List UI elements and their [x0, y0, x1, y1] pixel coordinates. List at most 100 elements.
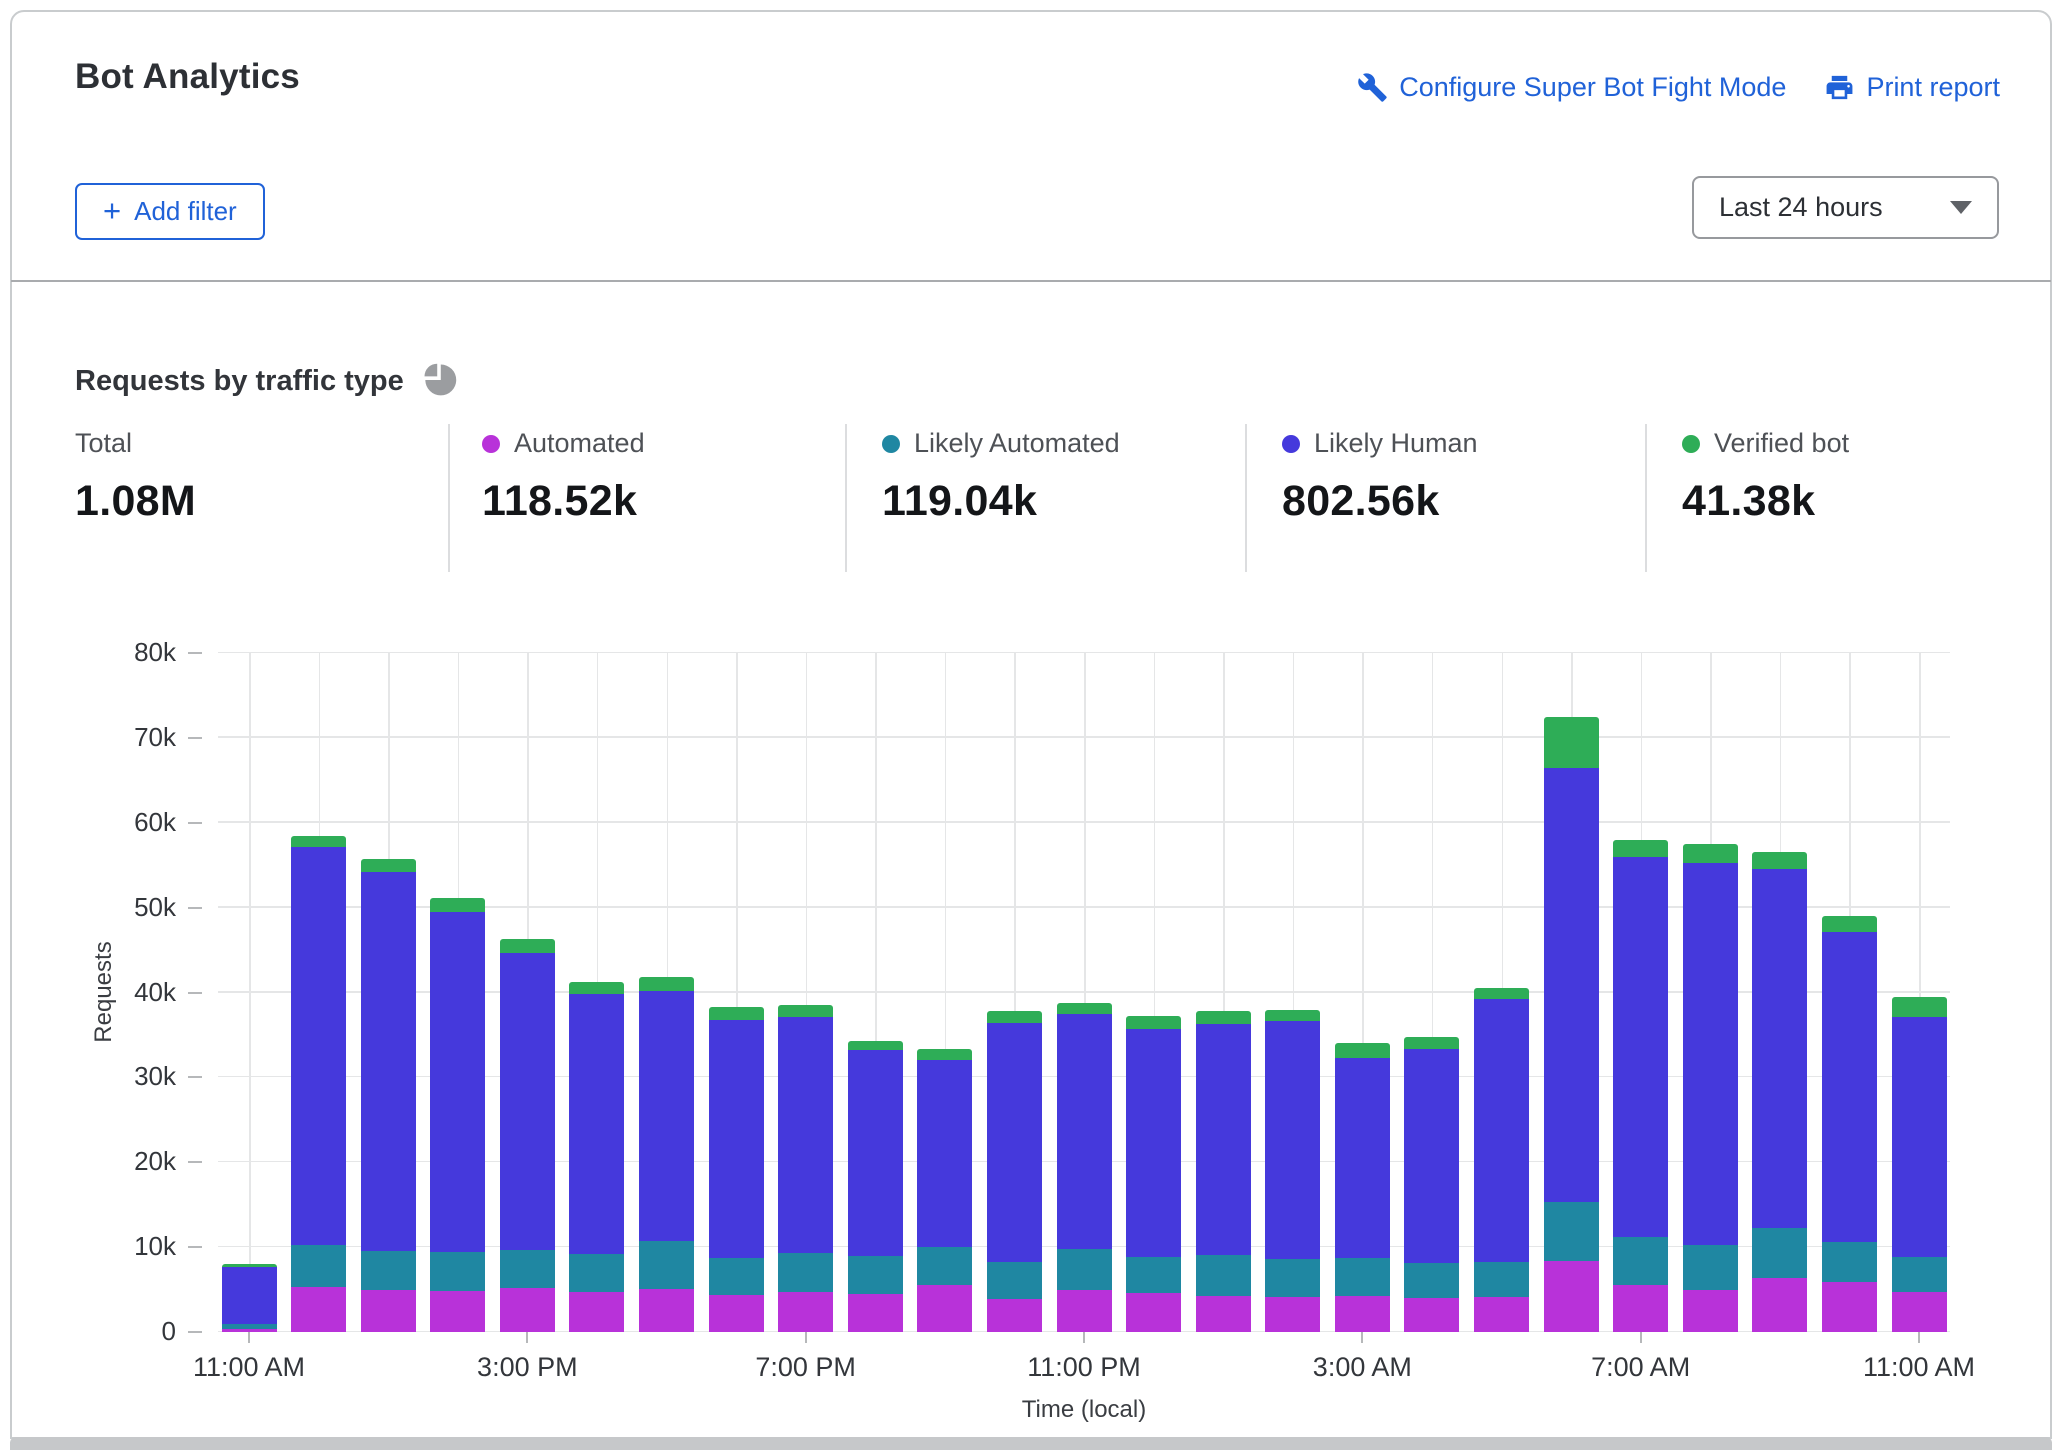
x-tick-label: 11:00 AM — [193, 1352, 305, 1383]
bar-6-00-am — [1544, 717, 1599, 1332]
segment-likely-automated — [778, 1253, 833, 1292]
horizontal-gridline — [218, 736, 1950, 738]
stat-likely-automated[interactable]: Likely Automated 119.04k — [882, 428, 1120, 526]
segment-automated — [430, 1291, 485, 1332]
segment-automated — [848, 1294, 903, 1332]
segment-likely-automated — [848, 1256, 903, 1293]
segment-verified-bot — [917, 1049, 972, 1059]
segment-likely-automated — [1683, 1245, 1738, 1291]
segment-likely-automated — [1265, 1259, 1320, 1297]
segment-likely-automated — [569, 1254, 624, 1292]
x-tick-label: 7:00 PM — [755, 1352, 856, 1383]
segment-verified-bot — [1196, 1011, 1251, 1024]
segment-likely-automated — [1335, 1258, 1390, 1295]
segment-likely-human — [1057, 1014, 1112, 1249]
segment-verified-bot — [848, 1041, 903, 1050]
segment-likely-automated — [987, 1262, 1042, 1298]
bar-4-00-pm — [569, 982, 624, 1333]
stat-automated[interactable]: Automated 118.52k — [482, 428, 645, 526]
stat-likely-automated-label: Likely Automated — [914, 428, 1120, 459]
segment-verified-bot — [987, 1011, 1042, 1023]
segment-likely-human — [917, 1060, 972, 1248]
x-tick-label: 3:00 PM — [477, 1352, 578, 1383]
time-range-select[interactable]: Last 24 hours — [1692, 176, 1999, 239]
segment-likely-automated — [709, 1258, 764, 1294]
stat-total-value: 1.08M — [75, 477, 196, 526]
segment-automated — [987, 1299, 1042, 1332]
segment-verified-bot — [569, 982, 624, 995]
x-tick-label: 11:00 AM — [1863, 1352, 1975, 1383]
bar-9-00-am — [1752, 852, 1807, 1332]
segment-verified-bot — [1404, 1037, 1459, 1049]
segment-likely-automated — [639, 1241, 694, 1289]
bar-1-00-pm — [361, 859, 416, 1332]
add-filter-button[interactable]: + Add filter — [75, 183, 265, 240]
bar-4-00-am — [1404, 1037, 1459, 1332]
segment-likely-human — [1335, 1058, 1390, 1258]
segment-verified-bot — [1474, 988, 1529, 999]
configure-link-label: Configure Super Bot Fight Mode — [1399, 72, 1786, 103]
bar-9-00-pm — [917, 1049, 972, 1332]
print-report-link[interactable]: Print report — [1824, 72, 2000, 103]
segment-likely-human — [291, 847, 346, 1245]
x-tick-label: 11:00 PM — [1027, 1352, 1141, 1383]
segment-likely-human — [1752, 869, 1807, 1228]
segment-verified-bot — [1892, 997, 1947, 1017]
x-tick-mark — [526, 1332, 528, 1343]
segment-automated — [291, 1287, 346, 1332]
x-tick-mark — [1361, 1332, 1363, 1343]
stat-likely-human-value: 802.56k — [1282, 477, 1478, 526]
bar-5-00-pm — [639, 977, 694, 1332]
segment-verified-bot — [1752, 852, 1807, 868]
segment-automated — [709, 1295, 764, 1332]
segment-likely-human — [1196, 1024, 1251, 1255]
segment-likely-automated — [1822, 1242, 1877, 1282]
header-actions: Configure Super Bot Fight Mode Print rep… — [1357, 72, 2000, 103]
segment-likely-automated — [291, 1245, 346, 1287]
segment-verified-bot — [430, 898, 485, 912]
segment-automated — [569, 1292, 624, 1332]
stat-divider — [845, 424, 847, 572]
configure-super-bot-fight-mode-link[interactable]: Configure Super Bot Fight Mode — [1357, 72, 1786, 103]
stat-verified-bot[interactable]: Verified bot 41.38k — [1682, 428, 1849, 526]
segment-likely-human — [222, 1267, 277, 1325]
likely-automated-legend-dot — [882, 435, 900, 453]
segment-automated — [1265, 1297, 1320, 1332]
bar-8-00-pm — [848, 1041, 903, 1332]
segment-likely-human — [1613, 857, 1668, 1237]
segment-automated — [1613, 1285, 1668, 1332]
segment-likely-human — [709, 1020, 764, 1258]
segment-verified-bot — [1265, 1010, 1320, 1022]
likely-human-legend-dot — [1282, 435, 1300, 453]
segment-likely-human — [1892, 1017, 1947, 1257]
segment-likely-human — [361, 872, 416, 1251]
segment-automated — [1335, 1296, 1390, 1332]
segment-verified-bot — [500, 939, 555, 953]
segment-automated — [1196, 1296, 1251, 1332]
segment-likely-automated — [917, 1247, 972, 1285]
stat-verified-bot-value: 41.38k — [1682, 477, 1849, 526]
segment-likely-automated — [1752, 1228, 1807, 1278]
segment-automated — [1474, 1297, 1529, 1332]
section-title-label: Requests by traffic type — [75, 365, 404, 398]
page-title: Bot Analytics — [75, 57, 300, 97]
segment-likely-human — [1544, 768, 1599, 1203]
requests-by-traffic-type-chart — [218, 653, 1950, 1332]
segment-automated — [1822, 1282, 1877, 1332]
y-tick-label: 70k — [60, 722, 176, 753]
y-tick-mark — [188, 652, 202, 654]
y-tick-mark — [188, 1076, 202, 1078]
segment-likely-human — [639, 991, 694, 1241]
bar-12-00-pm — [291, 836, 346, 1333]
y-tick-label: 60k — [60, 807, 176, 838]
stat-likely-human[interactable]: Likely Human 802.56k — [1282, 428, 1478, 526]
segment-verified-bot — [1544, 717, 1599, 768]
y-tick-label: 30k — [60, 1061, 176, 1092]
stat-total: Total 1.08M — [75, 428, 196, 526]
segment-automated — [1057, 1290, 1112, 1332]
stat-likely-human-label: Likely Human — [1314, 428, 1478, 459]
x-tick-mark — [805, 1332, 807, 1343]
bar-1-00-am — [1196, 1011, 1251, 1332]
segment-automated — [639, 1289, 694, 1332]
segment-verified-bot — [639, 977, 694, 991]
